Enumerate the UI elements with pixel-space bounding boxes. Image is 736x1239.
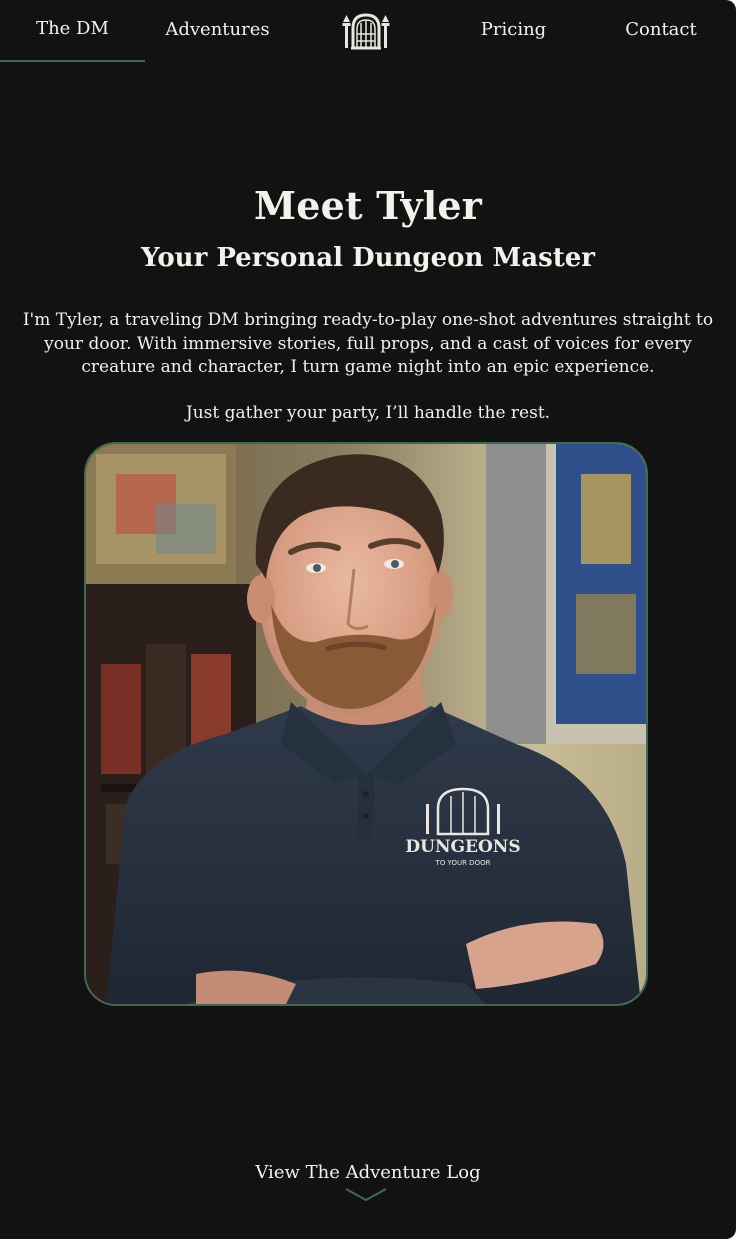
tagline: Just gather your party, I’ll handle the … bbox=[185, 403, 551, 423]
page-title: Meet Tyler bbox=[253, 183, 482, 228]
nav-item-contact[interactable]: Contact bbox=[586, 0, 736, 62]
page-subtitle: Your Personal Dungeon Master bbox=[141, 243, 595, 273]
nav-item-adventures[interactable]: Adventures bbox=[145, 0, 290, 62]
svg-text:DUNGEONS: DUNGEONS bbox=[405, 837, 520, 857]
svg-text:TO YOUR DOOR: TO YOUR DOOR bbox=[435, 859, 491, 867]
nav-item-the-dm[interactable]: The DM bbox=[0, 0, 145, 62]
dm-portrait-photo: DUNGEONS TO YOUR DOOR bbox=[84, 442, 648, 1006]
adventure-log-link[interactable]: View The Adventure Log bbox=[0, 1162, 736, 1183]
top-nav: The DM Adventures Pricing Contact bbox=[0, 0, 736, 62]
page: The DM Adventures Pricing Contact Meet T… bbox=[0, 0, 736, 1239]
nav-item-pricing[interactable]: Pricing bbox=[441, 0, 586, 62]
intro-paragraph: I'm Tyler, a traveling DM bringing ready… bbox=[22, 310, 714, 377]
dungeon-gate-icon[interactable] bbox=[341, 12, 391, 50]
chevron-down-icon[interactable] bbox=[345, 1188, 387, 1202]
